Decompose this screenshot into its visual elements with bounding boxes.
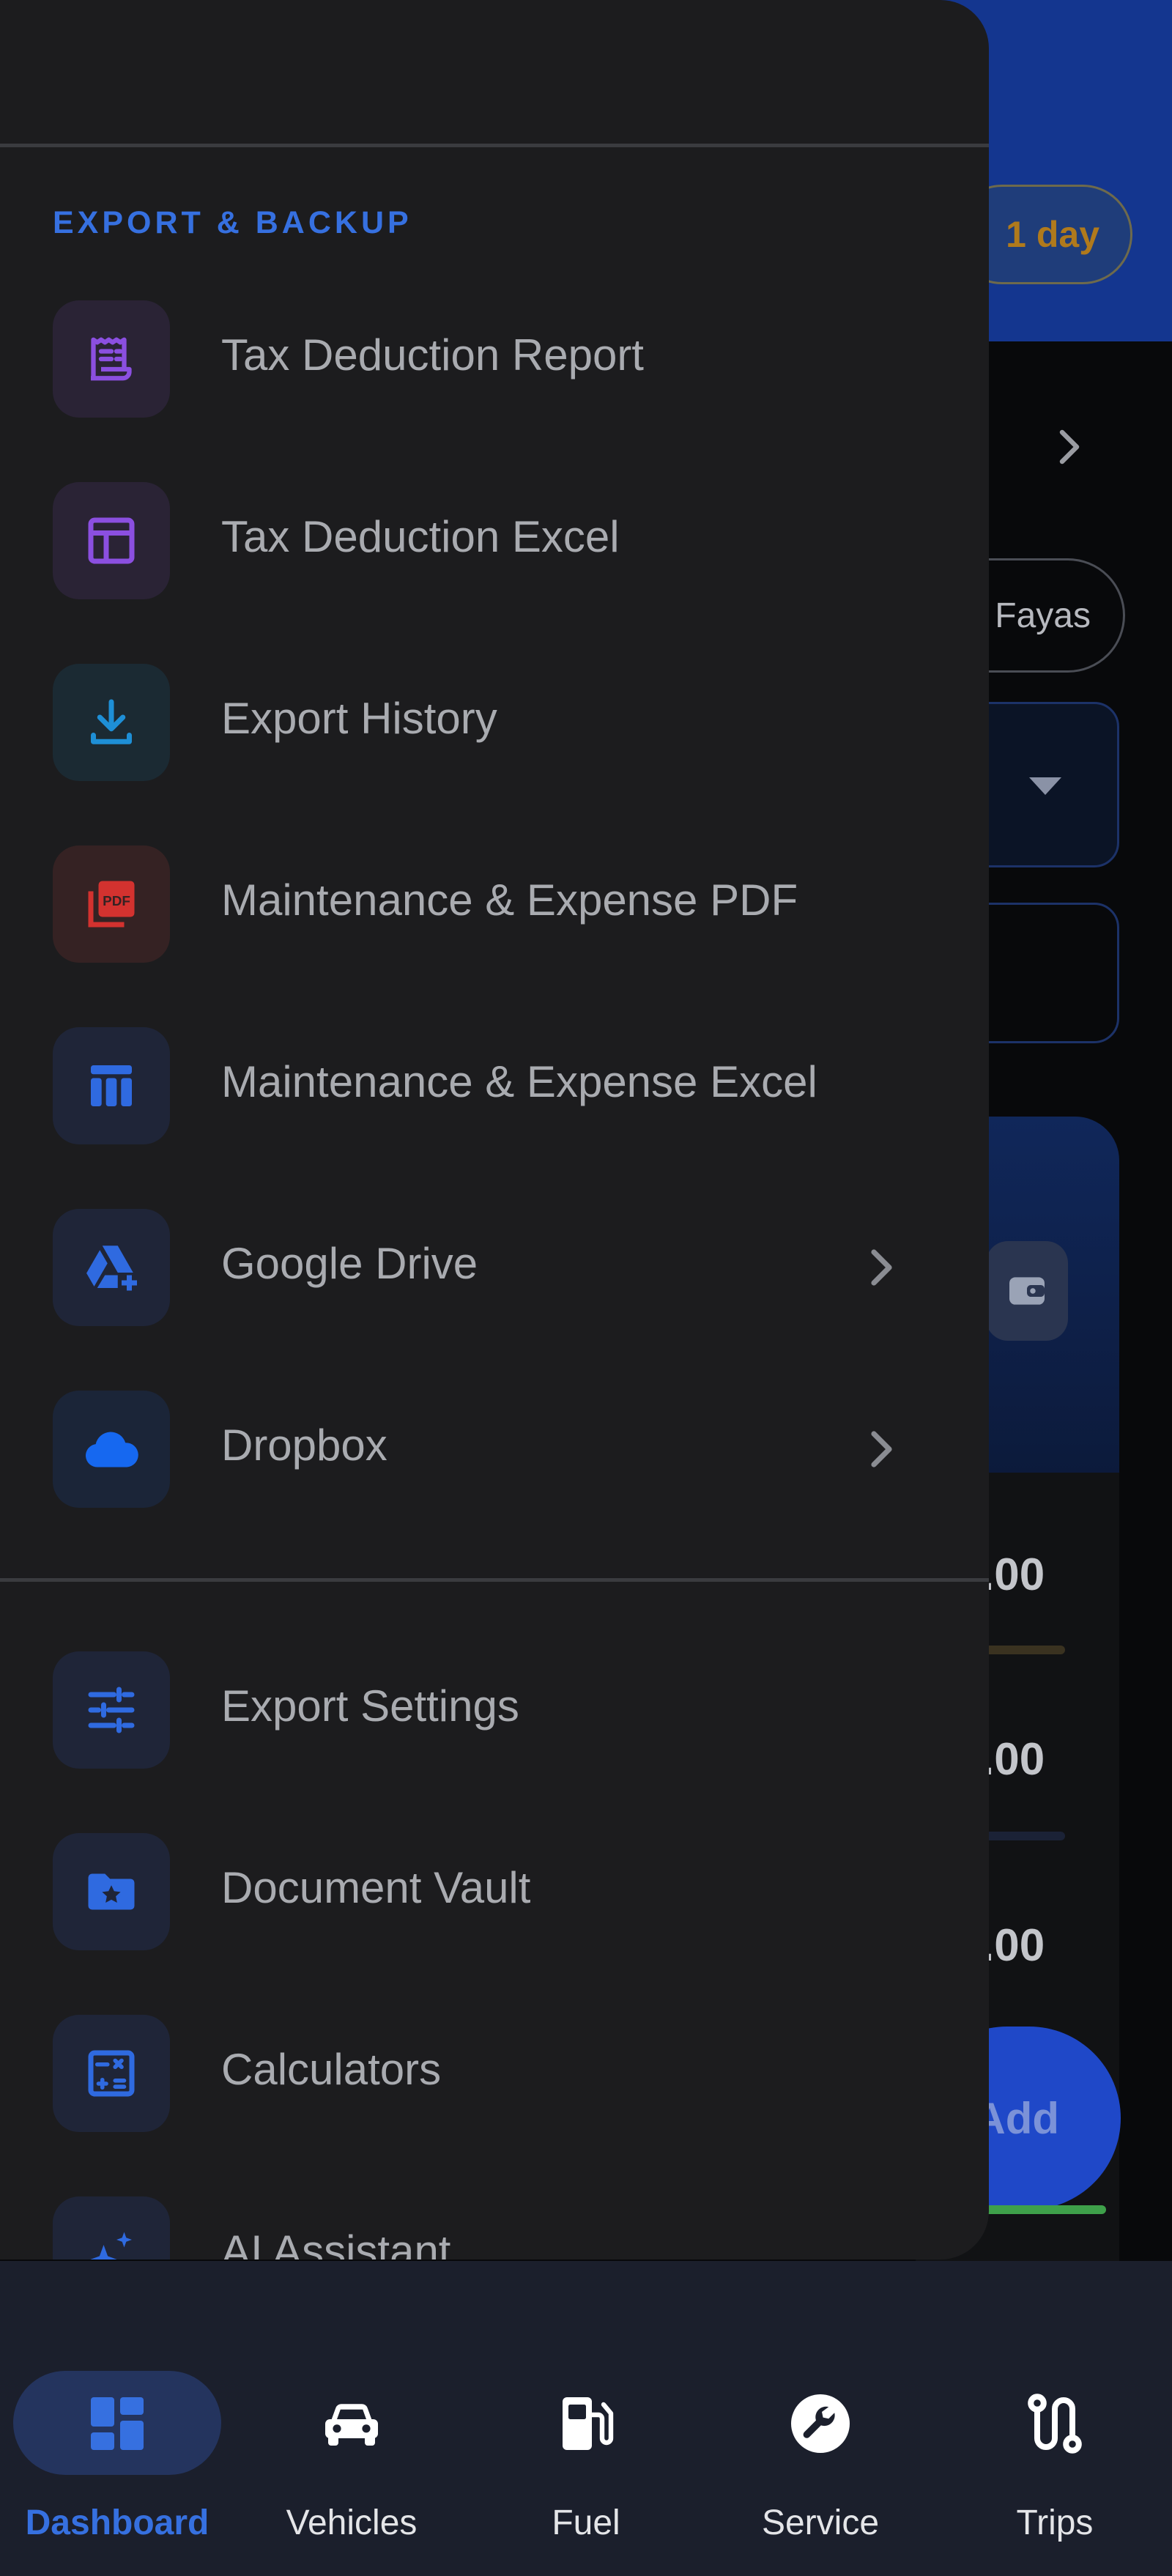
- route-icon: [1028, 2394, 1082, 2454]
- menu-item-tax-deduction-excel[interactable]: Tax Deduction Excel: [0, 467, 989, 614]
- menu-item-label: Export History: [221, 694, 497, 743]
- folder-star-icon: [53, 1833, 170, 1950]
- table-icon: [53, 482, 170, 599]
- download-icon: [53, 664, 170, 781]
- calculator-icon: [53, 2015, 170, 2132]
- menu-item-calculators[interactable]: Calculators: [0, 2000, 989, 2147]
- section-title-export-backup: EXPORT & BACKUP: [53, 205, 412, 240]
- dashboard-icon: [91, 2397, 144, 2450]
- spreadsheet-icon: [53, 1027, 170, 1144]
- stat-bar: [982, 1646, 1065, 1654]
- nav-label: Fuel: [552, 2503, 620, 2542]
- menu-item-tax-deduction-report[interactable]: Tax Deduction Report: [0, 286, 989, 432]
- nav-item-dashboard[interactable]: Dashboard: [0, 2305, 234, 2542]
- cloud-icon: [53, 1391, 170, 1508]
- nav-label: Dashboard: [25, 2503, 209, 2542]
- nav-item-vehicles[interactable]: Vehicles: [234, 2305, 469, 2542]
- menu-item-label: Tax Deduction Report: [221, 330, 644, 380]
- chevron-right-icon[interactable]: [1047, 425, 1091, 469]
- fab-accent: [982, 2205, 1106, 2214]
- nav-label: Service: [761, 2503, 880, 2542]
- bottom-navigation: Dashboard Vehicles Fuel Service Trips: [0, 2261, 1172, 2576]
- pdf-icon: PDF: [53, 845, 170, 963]
- menu-item-label: Dropbox: [221, 1421, 387, 1470]
- chevron-right-icon: [871, 1249, 892, 1286]
- menu-item-export-settings[interactable]: Export Settings: [0, 1637, 989, 1783]
- divider: [0, 144, 989, 147]
- stat-amount: .00: [982, 1550, 1045, 1600]
- menu-item-maintenance-expense-excel[interactable]: Maintenance & Expense Excel: [0, 1013, 989, 1159]
- nav-item-trips[interactable]: Trips: [938, 2305, 1172, 2542]
- menu-item-dropbox[interactable]: Dropbox: [0, 1376, 989, 1522]
- menu-item-label: Calculators: [221, 2045, 442, 2094]
- google-drive-icon: [53, 1209, 170, 1326]
- menu-item-google-drive[interactable]: Google Drive: [0, 1194, 989, 1341]
- menu-item-label: Export Settings: [221, 1681, 519, 1731]
- menu-item-label: AI Assistant: [221, 2227, 451, 2259]
- sliders-icon: [53, 1651, 170, 1769]
- car-icon: [325, 2404, 378, 2446]
- nav-item-service[interactable]: Service: [703, 2305, 938, 2542]
- stat-amount: .00: [982, 1920, 1045, 1971]
- fuel-pump-icon: [563, 2397, 614, 2450]
- menu-item-label: Maintenance & Expense Excel: [221, 1057, 817, 1106]
- menu-item-export-history[interactable]: Export History: [0, 649, 989, 796]
- svg-text:PDF: PDF: [103, 894, 130, 909]
- wrench-icon: [791, 2394, 850, 2453]
- chevron-right-icon: [871, 1431, 892, 1467]
- menu-item-document-vault[interactable]: Document Vault: [0, 1818, 989, 1965]
- navigation-drawer: EXPORT & BACKUP Tax Deduction Report Tax…: [0, 0, 989, 2259]
- stat-amount: .00: [982, 1734, 1045, 1785]
- nav-item-fuel[interactable]: Fuel: [469, 2305, 703, 2542]
- nav-label: Trips: [1016, 2503, 1094, 2542]
- divider: [0, 1578, 989, 1582]
- menu-item-label: Tax Deduction Excel: [221, 512, 620, 561]
- dropdown-arrow-icon: [1029, 777, 1061, 795]
- nav-label: Vehicles: [286, 2503, 418, 2542]
- menu-item-label: Document Vault: [221, 1863, 531, 1912]
- sparkle-icon: [53, 2196, 170, 2259]
- menu-item-ai-assistant[interactable]: AI Assistant: [0, 2182, 989, 2259]
- receipt-icon: [53, 300, 170, 418]
- stat-bar: [982, 1832, 1065, 1840]
- menu-item-label: Maintenance & Expense PDF: [221, 876, 798, 925]
- menu-item-maintenance-expense-pdf[interactable]: PDF Maintenance & Expense PDF: [0, 831, 989, 977]
- menu-item-label: Google Drive: [221, 1239, 478, 1288]
- wallet-icon: [986, 1241, 1068, 1341]
